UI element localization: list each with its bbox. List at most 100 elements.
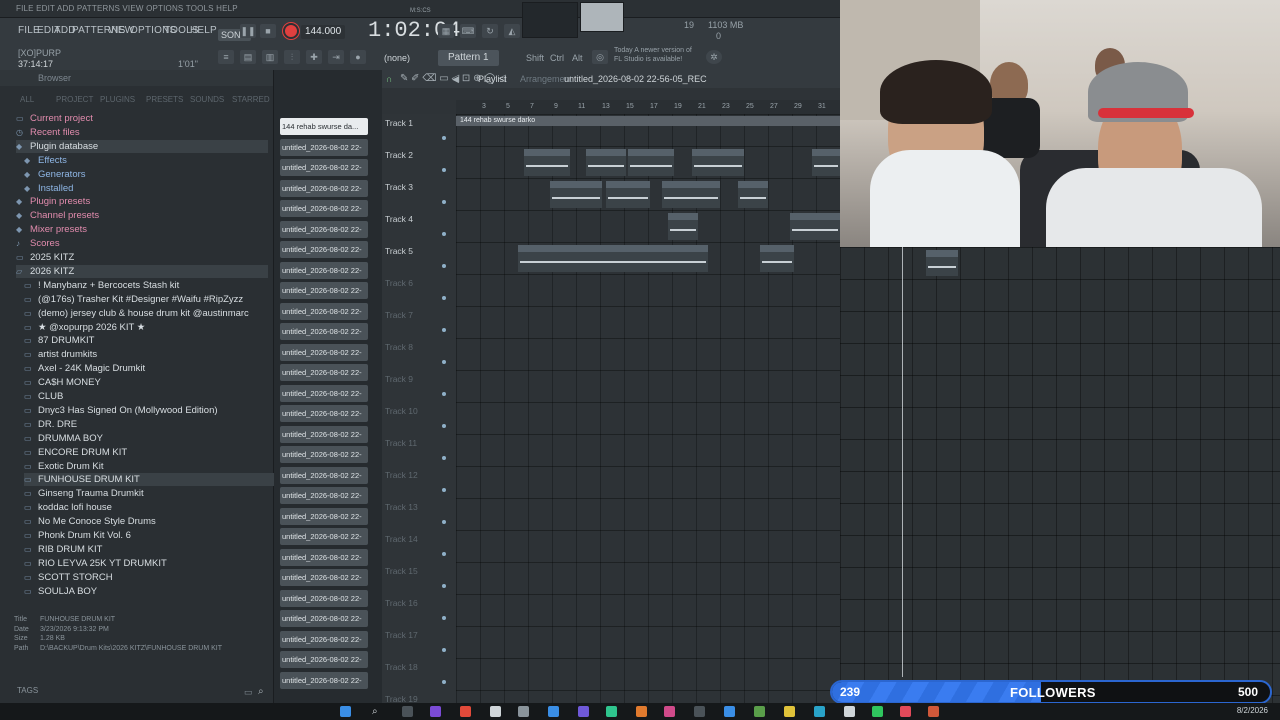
browser-item[interactable]: ▭ Exotic Drum Kit <box>24 460 103 473</box>
tab-all[interactable]: ALL <box>20 95 34 104</box>
shift-key[interactable]: Shift <box>526 53 544 63</box>
audio-clip-source-button[interactable]: untitled_2026-08-02 22- <box>280 364 368 381</box>
pattern-selector[interactable]: Pattern 1 <box>438 50 499 66</box>
audio-clip-source-button[interactable]: untitled_2026-08-02 22- <box>280 671 368 689</box>
browser-item[interactable]: ▭ FUNHOUSE DRUM KIT <box>24 473 276 487</box>
track-mute-toggle[interactable] <box>442 648 446 652</box>
search-icon[interactable]: ⌕ <box>258 686 264 697</box>
news-icon[interactable]: ◎ <box>592 50 608 64</box>
audio-clip-source-button[interactable]: untitled_2026-08-02 22- <box>280 507 368 525</box>
start-icon[interactable] <box>340 706 351 717</box>
browser-item[interactable]: ▭ RIO LEYVA 25K YT DRUMKIT <box>24 557 167 570</box>
audio-clip-source-button[interactable]: untitled_2026-08-02 22- <box>280 446 368 463</box>
track-name[interactable]: Track 3 <box>385 182 413 192</box>
audio-clip-source-button[interactable]: untitled_2026-08-02 22- <box>280 487 368 504</box>
track-mute-toggle[interactable] <box>442 296 446 300</box>
browser-item[interactable]: ▭ artist drumkits <box>24 348 97 361</box>
browser-item[interactable]: ▭ Current project <box>16 112 93 125</box>
app-icon-16[interactable] <box>872 706 883 717</box>
audio-clip[interactable]: untit_REC <box>586 149 626 176</box>
piano-roll-icon[interactable]: ▤ <box>240 50 256 64</box>
audio-clip[interactable]: unti_C <box>738 181 768 208</box>
folder-icon[interactable]: ▭ <box>244 687 253 698</box>
browser-item[interactable]: ◆ Plugin database <box>16 139 268 153</box>
track-mute-toggle[interactable] <box>442 552 446 556</box>
app-icon-7[interactable] <box>606 706 617 717</box>
audio-clip-source-button[interactable]: untitled_2026-08-02 22- <box>280 528 368 545</box>
tab-sounds[interactable]: SOUNDS <box>190 95 224 104</box>
audio-clip-source-button[interactable]: untitled_2026-08-02 22- <box>280 405 368 422</box>
track-name[interactable]: Track 6 <box>385 278 413 288</box>
audio-clip-source-button[interactable]: untitled_2026-08-02 22- <box>280 261 368 279</box>
audio-clip[interactable]: untitle_7_REC <box>550 181 602 208</box>
browser-item[interactable]: ▭ DR. DRE <box>24 418 77 431</box>
alt-key[interactable]: Alt <box>572 53 583 63</box>
app-icon-6[interactable] <box>578 706 589 717</box>
track-name[interactable]: Track 1 <box>385 118 413 128</box>
audio-clip-source-button[interactable]: untitled_2026-08-02 22- <box>280 200 368 217</box>
track-name[interactable]: Track 13 <box>385 502 418 512</box>
app-icon-17[interactable] <box>900 706 911 717</box>
browser-item[interactable]: ▭ 2025 KITZ <box>16 251 74 264</box>
track-name[interactable]: Track 10 <box>385 406 418 416</box>
track-name[interactable]: Track 8 <box>385 342 413 352</box>
audio-clip-source-button[interactable]: untitled_2026-08-02 22- <box>280 179 368 197</box>
audio-clip-source-button[interactable]: untitled_2026-08-02 22- <box>280 282 368 299</box>
metronome-icon[interactable]: ◭ <box>504 24 520 38</box>
app-icon-5[interactable] <box>548 706 559 717</box>
audio-clip[interactable]: unti_EC <box>760 245 794 272</box>
app-icon-8[interactable] <box>636 706 647 717</box>
app-icon-13[interactable] <box>784 706 795 717</box>
track-mute-toggle[interactable] <box>442 424 446 428</box>
audio-clip-source-button[interactable]: untitled_2026-08-02 22- <box>280 138 368 156</box>
browser-item[interactable]: ▭ CA$H MONEY <box>24 376 101 389</box>
browser-item[interactable]: ▭ CLUB <box>24 390 63 403</box>
track-mute-toggle[interactable] <box>442 520 446 524</box>
app-icon-14[interactable] <box>814 706 825 717</box>
track-name[interactable]: Track 17 <box>385 630 418 640</box>
track-name[interactable]: Track 4 <box>385 214 413 224</box>
playlist-icon[interactable]: ≡ <box>218 50 234 64</box>
channel-rack-icon[interactable]: ▥ <box>262 50 278 64</box>
browser-item[interactable]: ▭ koddac lofi house <box>24 501 112 514</box>
audio-clip-source-button[interactable]: untitled_2026-08-02 22- <box>280 630 368 648</box>
record-button[interactable] <box>283 23 299 39</box>
browser-item[interactable]: ▭ Ginseng Trauma Drumkit <box>24 487 144 500</box>
track-name[interactable]: Track 15 <box>385 566 418 576</box>
tab-presets[interactable]: PRESETS <box>146 95 183 104</box>
browser-item[interactable]: ▭ ★ @xopurpp 2026 KIT ★ <box>24 321 145 334</box>
ctrl-key[interactable]: Ctrl <box>550 53 564 63</box>
browser-item[interactable]: ◆ Plugin presets <box>16 195 90 208</box>
track-name[interactable]: Track 5 <box>385 246 413 256</box>
app-icon-15[interactable] <box>844 706 855 717</box>
audio-icon[interactable]: ⇥ <box>328 50 344 64</box>
app-icon-12[interactable] <box>754 706 765 717</box>
browser-item[interactable]: ▭ ! Manybanz + Bercocets Stash kit <box>24 279 179 292</box>
pattern-source-button[interactable]: 144 rehab swurse da... <box>280 118 368 135</box>
tab-plugins[interactable]: PLUGINS <box>100 95 135 104</box>
play-arrow-icon[interactable]: ◀ <box>452 70 459 88</box>
track-mute-toggle[interactable] <box>442 168 446 172</box>
browser-item[interactable]: ♪ Scores <box>16 237 60 250</box>
audio-clip-source-button[interactable]: untitled_2026-08-02 22- <box>280 569 368 586</box>
audio-clip-source-button[interactable]: untitled_2026-08-02 22- <box>280 384 368 402</box>
track-mute-toggle[interactable] <box>442 392 446 396</box>
playhead[interactable] <box>902 247 903 677</box>
tab-starred[interactable]: STARRED <box>232 95 270 104</box>
audio-clip-source-button[interactable]: untitled_2026-08-02 22- <box>280 651 368 668</box>
app-icon-10[interactable] <box>694 706 705 717</box>
browser-item[interactable]: ▭ 87 DRUMKIT <box>24 334 94 347</box>
audio-clip-source-button[interactable]: untitled_2026-08-02 22- <box>280 589 368 607</box>
typing-keyboard-icon[interactable]: ⌨ <box>460 24 476 38</box>
magnet-icon[interactable]: ∩ <box>386 70 392 88</box>
track-name[interactable]: Track 18 <box>385 662 418 672</box>
audio-clip[interactable]: unt_C <box>668 213 698 240</box>
app-icon-4[interactable] <box>518 706 529 717</box>
news-line-1[interactable]: Today A newer version of <box>614 47 692 54</box>
mixer-icon[interactable]: ⫶ <box>284 50 300 64</box>
track-name[interactable]: Track 9 <box>385 374 413 384</box>
browser-item[interactable]: ▭ SCOTT STORCH <box>24 571 113 584</box>
audio-clip-overflow[interactable] <box>926 250 958 276</box>
snap-select[interactable]: (none) <box>384 53 410 63</box>
track-mute-toggle[interactable] <box>442 456 446 460</box>
